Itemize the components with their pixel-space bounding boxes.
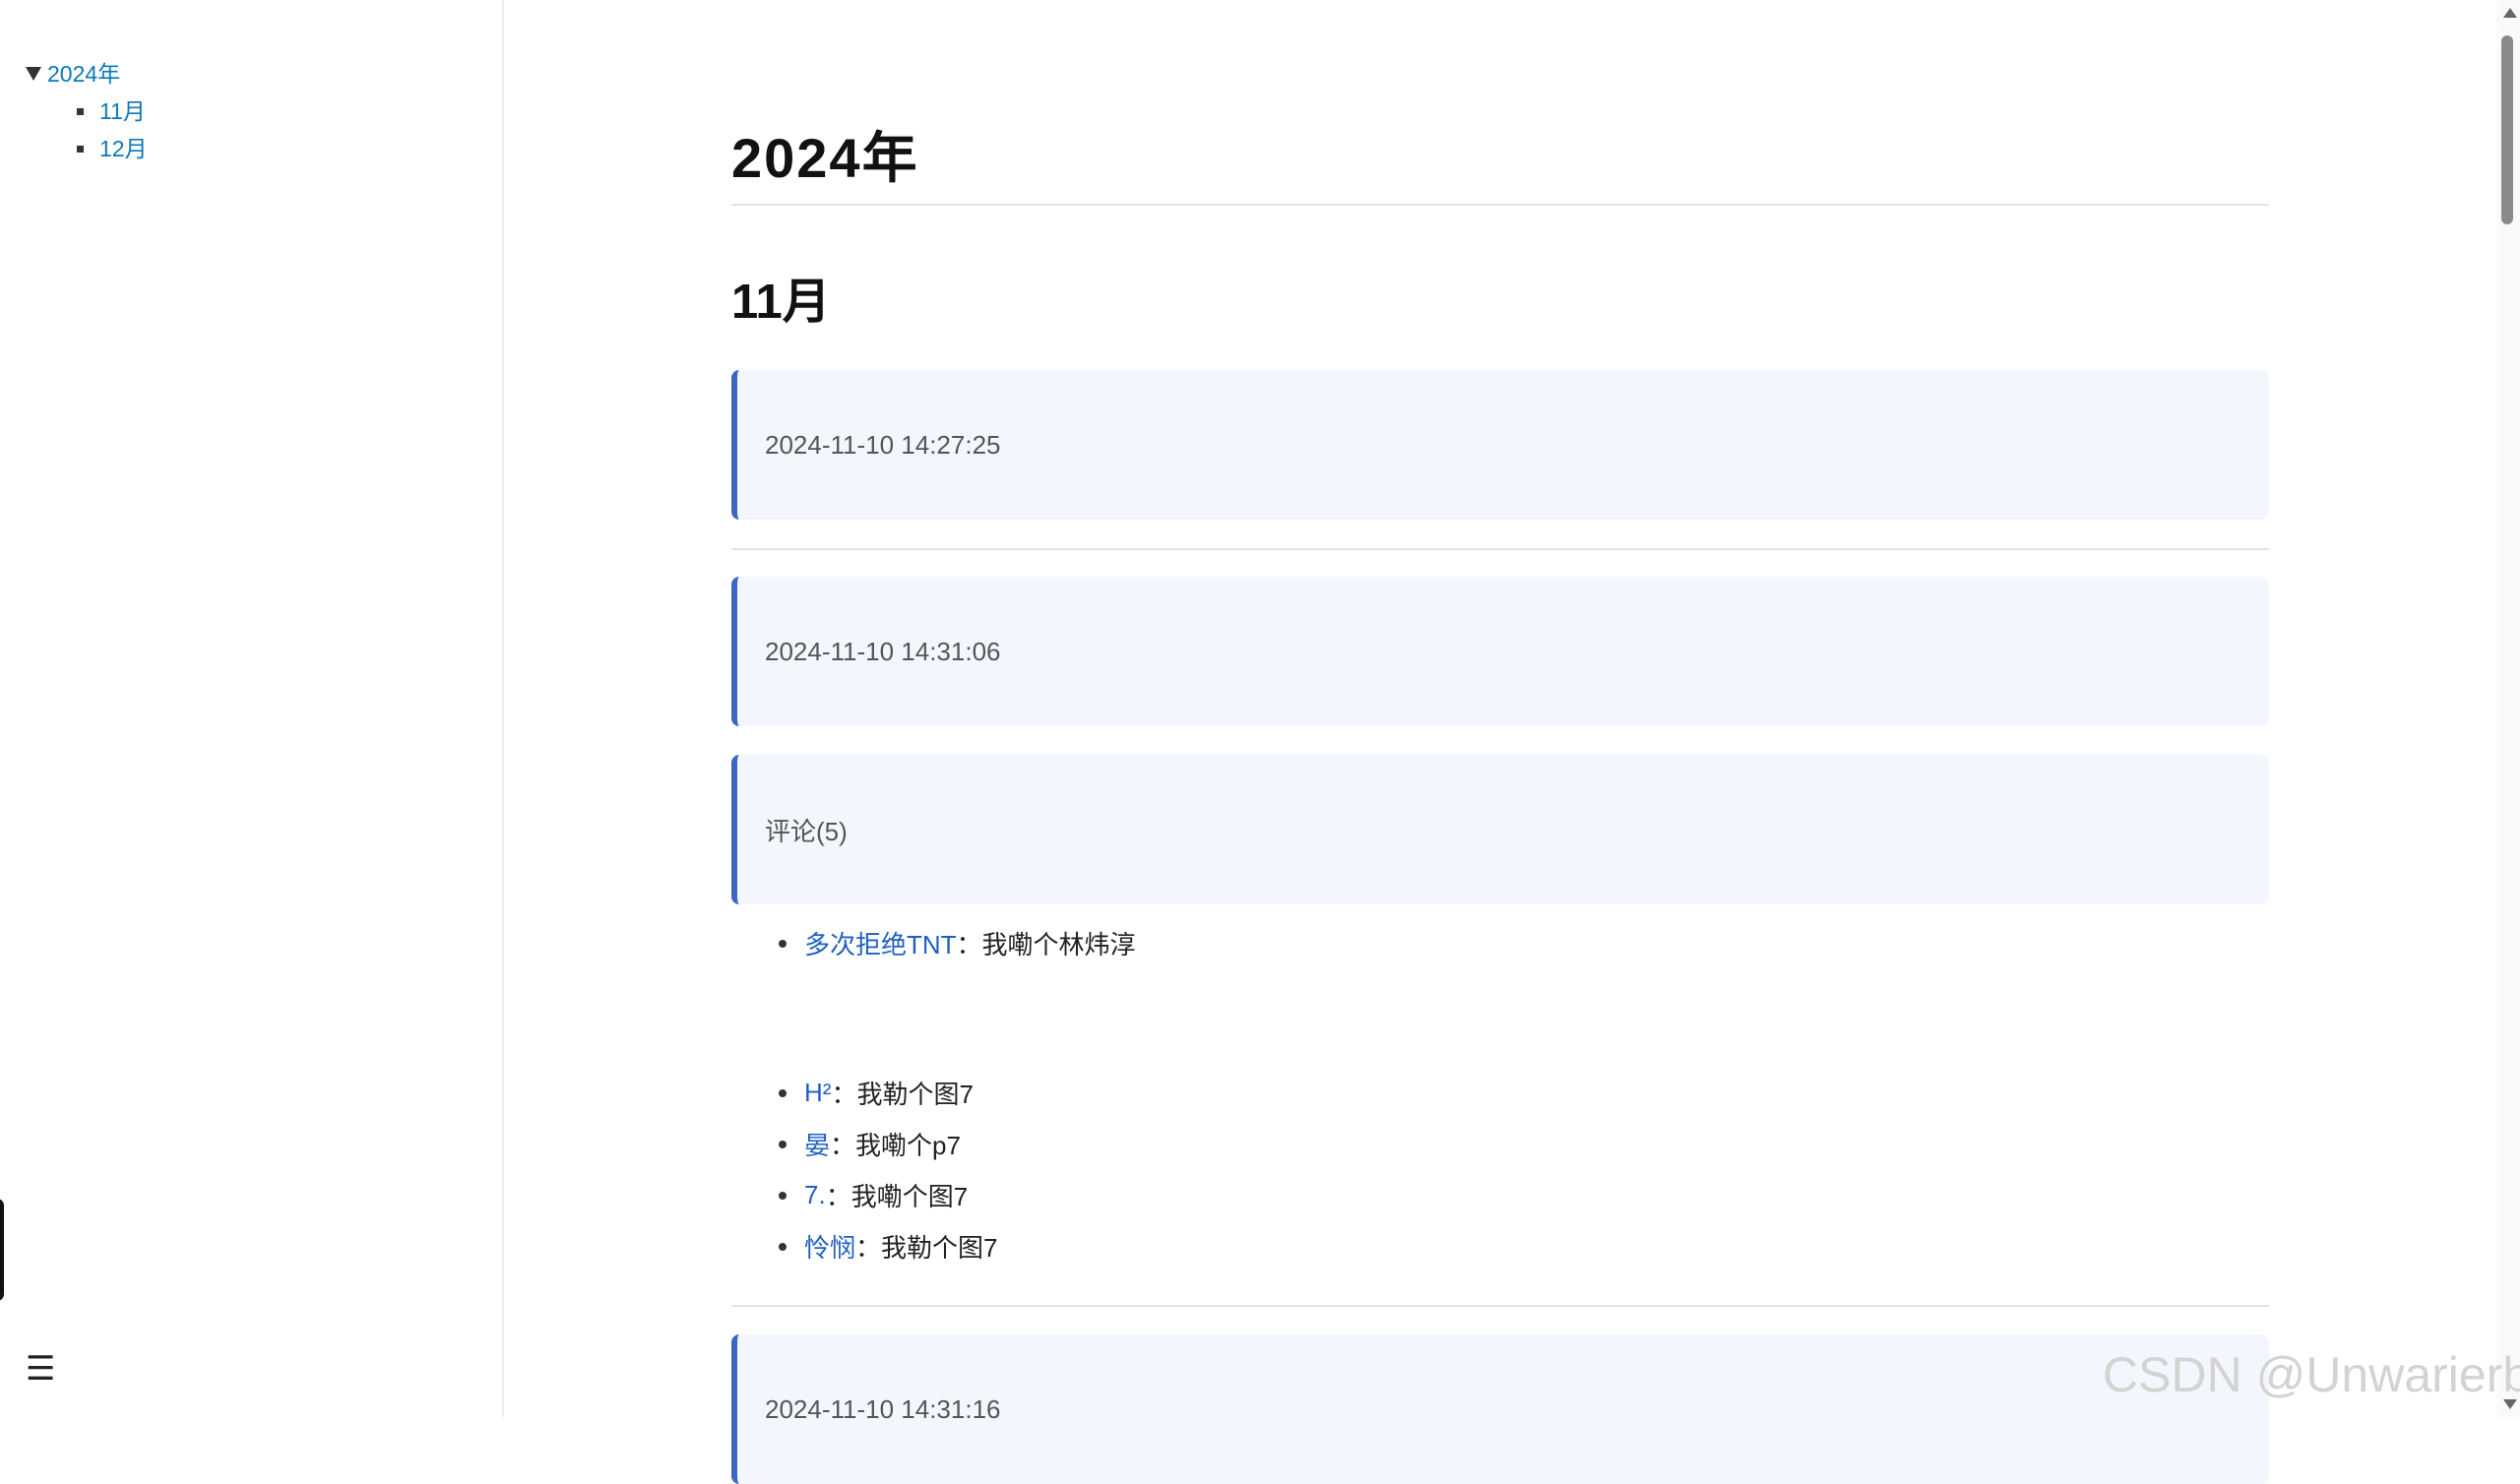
timestamp-card: 2024-11-10 14:27:25 bbox=[731, 370, 2269, 520]
watermark: CSDN @Unwarierbl bbox=[2103, 1347, 2520, 1402]
comment-user-link[interactable]: H² bbox=[804, 1078, 831, 1108]
timestamp-card: 2024-11-10 14:31:06 bbox=[731, 577, 2269, 726]
comment-user-link[interactable]: 多次拒绝TNT bbox=[804, 925, 957, 961]
toc: 2024年 11月 12月 bbox=[26, 55, 148, 167]
divider bbox=[731, 548, 2269, 550]
square-bullet-icon bbox=[77, 145, 84, 153]
bullet-icon bbox=[779, 1088, 787, 1097]
page-title: 2024年 bbox=[731, 127, 919, 189]
toc-month-item[interactable]: 11月 bbox=[77, 93, 148, 130]
toc-month-link-12[interactable]: 12月 bbox=[99, 130, 148, 167]
comment-item: H² ：我勒个图7 bbox=[779, 1075, 974, 1111]
comments-count-text: 评论(5) bbox=[765, 816, 848, 846]
divider bbox=[731, 1305, 2269, 1307]
comment-item: 多次拒绝TNT ：我嘞个林炜淳 bbox=[779, 925, 1136, 961]
comment-item: 晏 ：我嘞个p7 bbox=[779, 1126, 961, 1162]
toc-year-link[interactable]: 2024年 bbox=[47, 55, 120, 93]
comment-user-link[interactable]: 7. bbox=[804, 1180, 826, 1210]
comment-text: ：我勒个图7 bbox=[855, 1233, 998, 1263]
comment-item: 怜悯 ：我勒个图7 bbox=[779, 1228, 997, 1265]
sidebar-toc: 2024年 11月 12月 ☰ bbox=[0, 0, 504, 1417]
section-title: 11月 bbox=[731, 276, 831, 329]
comment-text: ：我嘞个图7 bbox=[825, 1182, 969, 1211]
toc-month-link-11[interactable]: 11月 bbox=[99, 93, 146, 130]
bullet-icon bbox=[779, 1191, 787, 1200]
comment-text: ：我嘞个林炜淳 bbox=[956, 930, 1136, 959]
square-bullet-icon bbox=[77, 107, 84, 115]
comment-user-link[interactable]: 晏 bbox=[804, 1126, 830, 1162]
caret-down-icon[interactable] bbox=[26, 67, 41, 81]
timestamp-card: 2024-11-10 14:31:16 bbox=[731, 1334, 2269, 1484]
bullet-icon bbox=[779, 1242, 787, 1251]
menu-icon[interactable]: ☰ bbox=[26, 1352, 55, 1386]
comment-item: 7. ：我嘞个图7 bbox=[779, 1177, 968, 1213]
divider bbox=[731, 204, 2269, 206]
comments-card: 评论(5) bbox=[731, 755, 2269, 904]
timestamp-text: 2024-11-10 14:31:06 bbox=[765, 636, 1001, 666]
scroll-up-arrow-icon[interactable] bbox=[2503, 8, 2517, 18]
comment-text: ：我勒个图7 bbox=[831, 1080, 974, 1109]
comment-user-link[interactable]: 怜悯 bbox=[804, 1228, 855, 1265]
toc-month-item[interactable]: 12月 bbox=[77, 130, 148, 167]
sidebar-toggle-handle[interactable] bbox=[0, 1199, 4, 1301]
timestamp-text: 2024-11-10 14:27:25 bbox=[765, 429, 1001, 460]
toc-month-list: 11月 12月 bbox=[26, 93, 148, 167]
toc-year-item[interactable]: 2024年 bbox=[26, 55, 148, 93]
bullet-icon bbox=[779, 1140, 787, 1148]
comment-text: ：我嘞个p7 bbox=[830, 1131, 961, 1160]
scrollbar-thumb[interactable] bbox=[2501, 35, 2513, 224]
bullet-icon bbox=[779, 939, 787, 948]
timestamp-text: 2024-11-10 14:31:16 bbox=[765, 1393, 1001, 1424]
